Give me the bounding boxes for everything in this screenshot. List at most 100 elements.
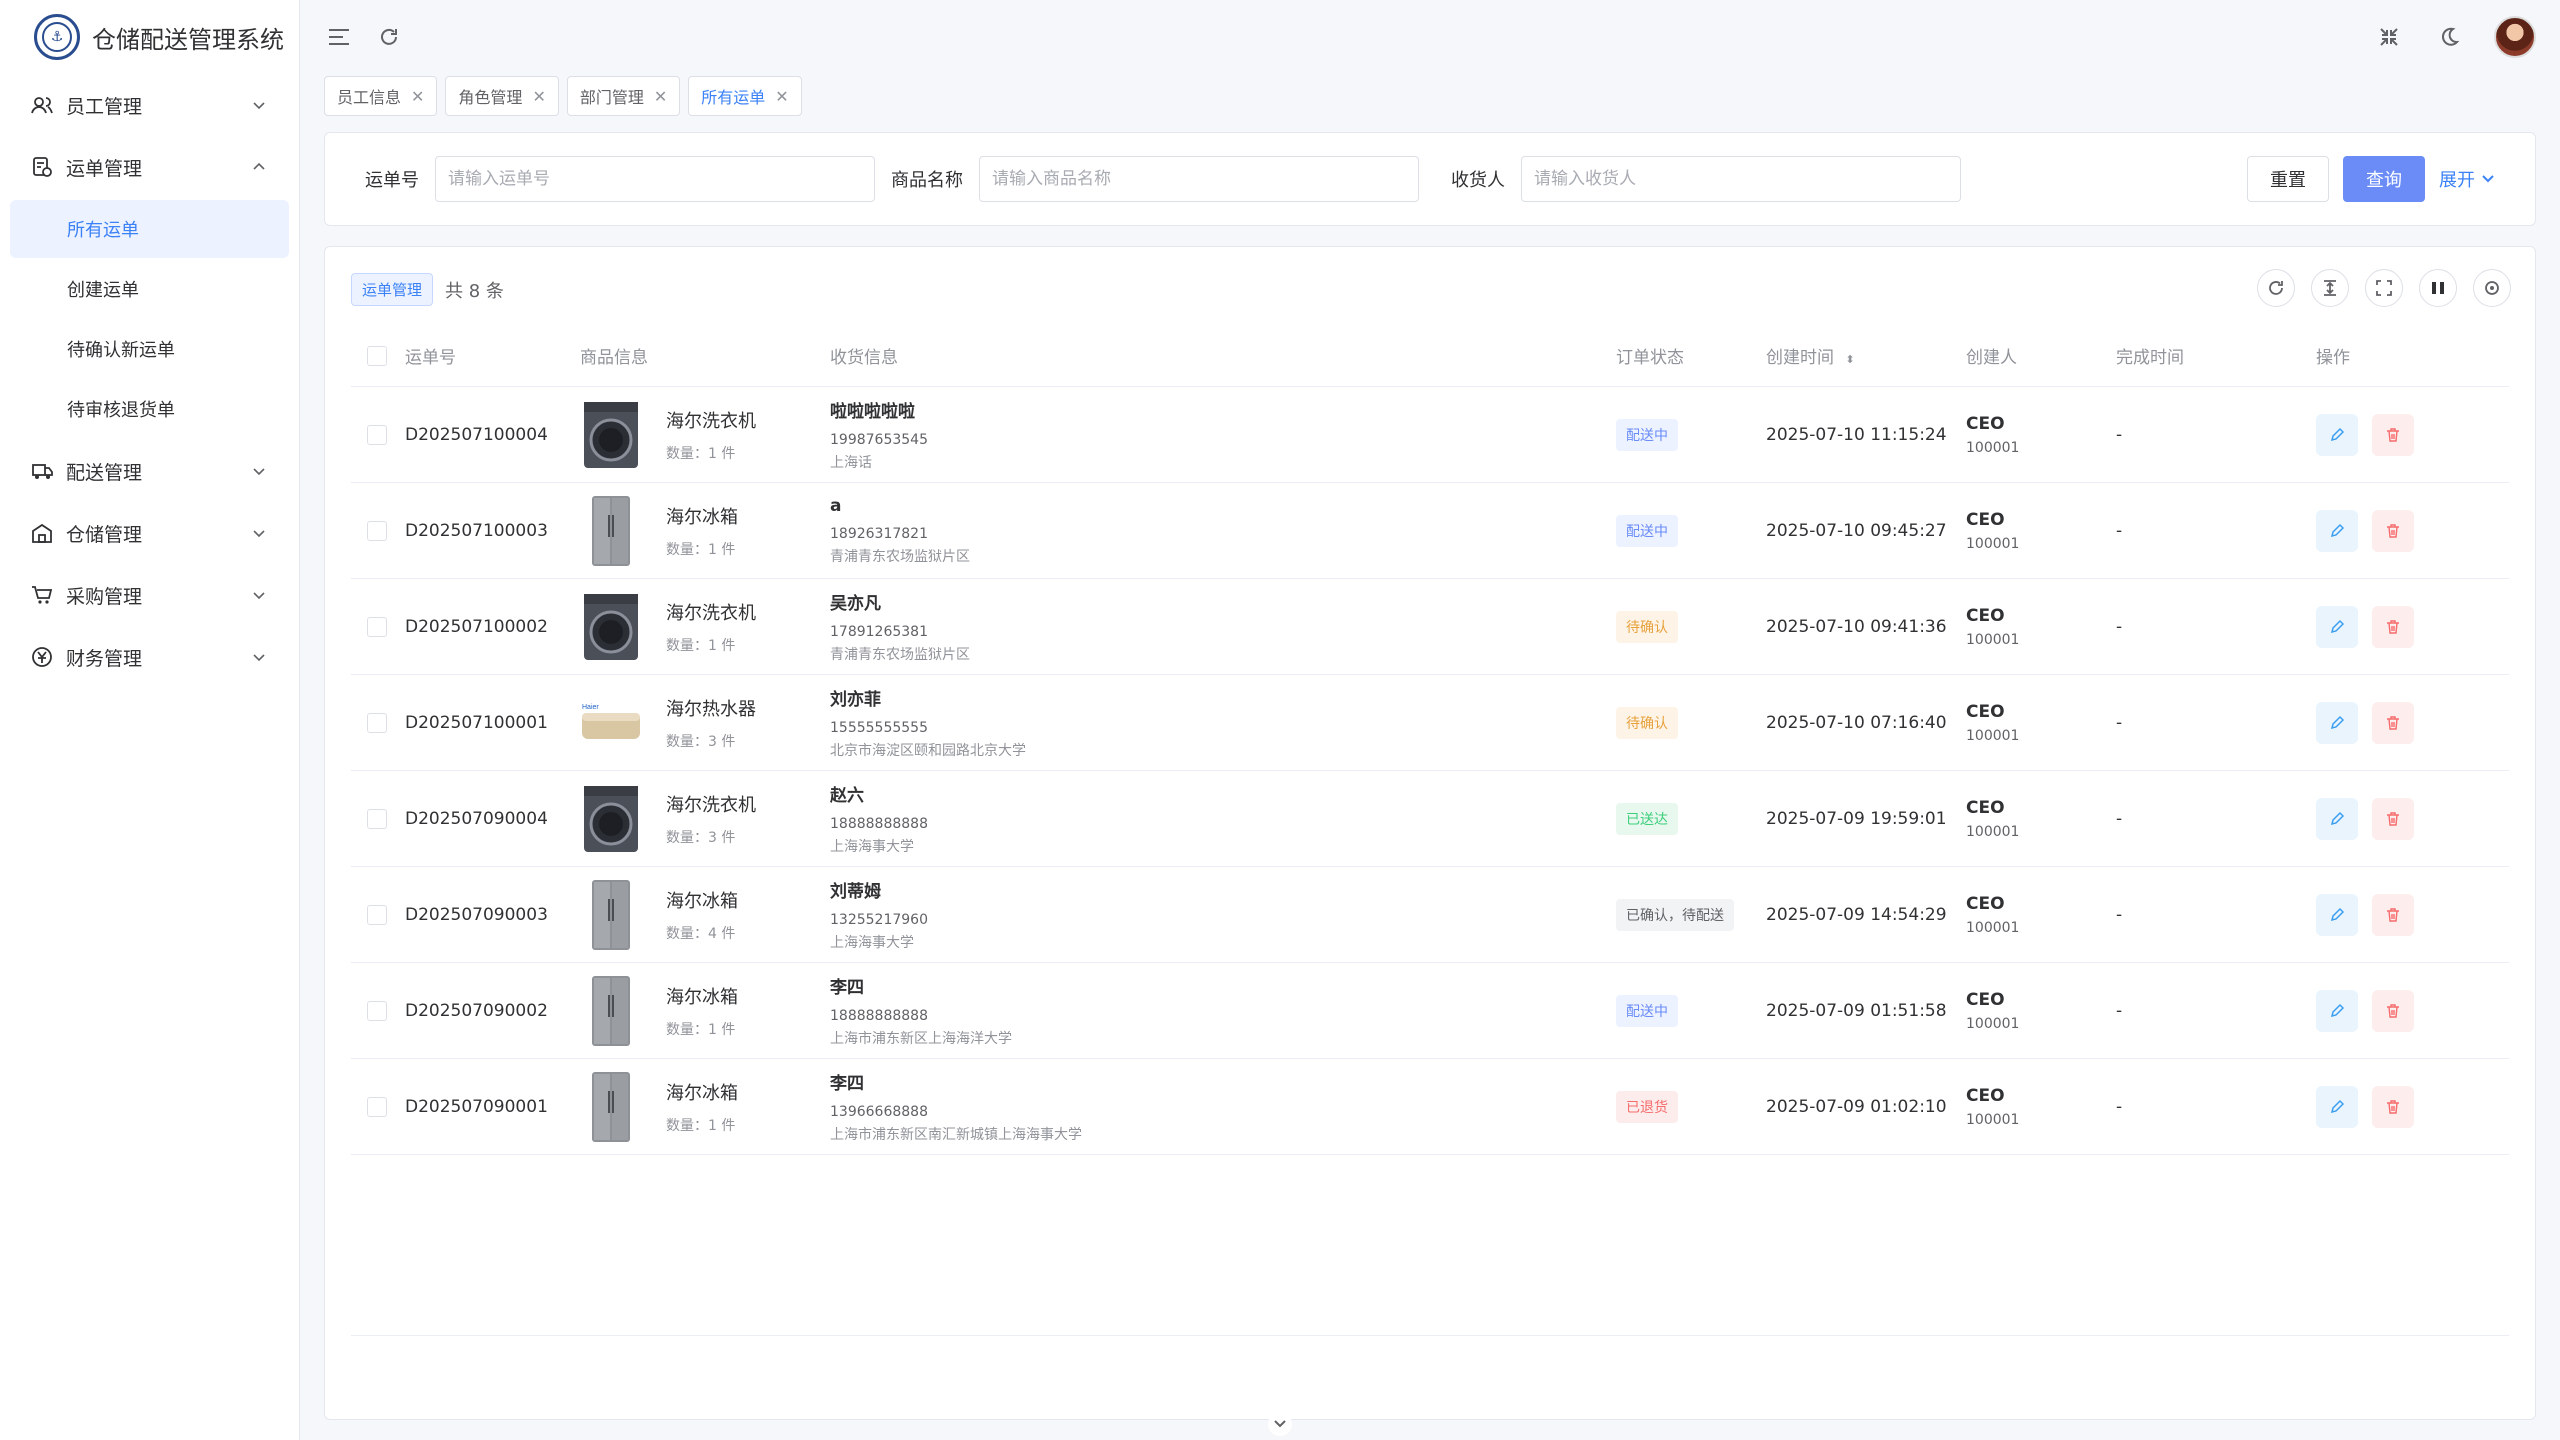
delete-button[interactable]	[2372, 989, 2414, 1032]
refresh-icon[interactable]	[374, 22, 404, 52]
delete-button[interactable]	[2372, 413, 2414, 456]
table-row[interactable]: D202507090001 海尔冰箱 数量：1 件 李四 13966668888…	[351, 1059, 2509, 1155]
fullscreen-icon[interactable]	[2365, 269, 2403, 307]
edit-button[interactable]	[2316, 509, 2358, 552]
edit-button[interactable]	[2316, 605, 2358, 648]
delete-button[interactable]	[2372, 605, 2414, 648]
waybill-input[interactable]	[435, 156, 875, 202]
edit-icon	[2330, 715, 2345, 729]
receiver-input[interactable]	[1521, 156, 1961, 202]
delete-button[interactable]	[2372, 701, 2414, 744]
waybill-no: D202507090001	[405, 1096, 548, 1117]
close-icon[interactable]: ✕	[411, 87, 424, 106]
close-icon[interactable]: ✕	[775, 87, 788, 106]
row-checkbox[interactable]	[367, 1000, 387, 1021]
row-checkbox[interactable]	[367, 904, 387, 925]
avatar[interactable]	[2494, 16, 2536, 58]
row-actions	[2316, 605, 2509, 648]
col-actions: 操作	[2316, 348, 2350, 368]
edit-button[interactable]	[2316, 989, 2358, 1032]
settings-icon[interactable]	[2473, 269, 2511, 307]
heater-image: Haier	[580, 687, 642, 759]
reload-icon[interactable]	[2257, 269, 2295, 307]
edit-icon	[2330, 523, 2345, 537]
goods-name: 海尔冰箱	[666, 986, 738, 1008]
collapse-down-icon[interactable]	[1268, 1412, 1292, 1436]
edit-button[interactable]	[2316, 413, 2358, 456]
col-created-time[interactable]: 创建时间 ⬍	[1766, 343, 1966, 368]
delete-button[interactable]	[2372, 893, 2414, 936]
created-time: 2025-07-10 07:16:40	[1766, 712, 1947, 733]
table-row[interactable]: D202507090004 海尔洗衣机 数量：3 件 赵六 1888888888…	[351, 771, 2509, 867]
goods-input[interactable]	[979, 156, 1419, 202]
row-checkbox[interactable]	[367, 808, 387, 829]
menu-fold-icon[interactable]	[324, 22, 354, 52]
status-badge: 配送中	[1616, 514, 1678, 547]
table-toolbar: 运单管理 共 8 条	[351, 273, 504, 306]
sidebar-item-4[interactable]: 采购管理	[0, 564, 299, 626]
tab-1[interactable]: 角色管理 ✕	[445, 76, 559, 116]
goods-info: 海尔冰箱 数量：1 件	[580, 495, 830, 567]
row-checkbox[interactable]	[367, 712, 387, 733]
tab-2[interactable]: 部门管理 ✕	[566, 76, 681, 116]
sidebar-item-5[interactable]: 财务管理	[0, 626, 299, 688]
edit-button[interactable]	[2316, 893, 2358, 936]
delete-button[interactable]	[2372, 509, 2414, 552]
table-row[interactable]: D202507100001 Haier 海尔热水器 数量：3 件 刘亦菲 155…	[351, 675, 2509, 771]
close-icon[interactable]: ✕	[654, 87, 667, 106]
created-time: 2025-07-10 09:45:27	[1766, 520, 1947, 541]
delete-button[interactable]	[2372, 1085, 2414, 1128]
sidebar-item-3[interactable]: 仓储管理	[0, 502, 299, 564]
sidebar-subitem-1[interactable]: 创建运单	[10, 260, 289, 318]
receiver-name: 刘亦菲	[830, 690, 881, 710]
edit-button[interactable]	[2316, 797, 2358, 840]
tab-3[interactable]: 所有运单 ✕	[688, 76, 802, 116]
sidebar-subitem-3[interactable]: 待审核退货单	[10, 380, 289, 438]
sidebar-item-1[interactable]: 运单管理	[0, 136, 299, 198]
sidebar-item-2[interactable]: 配送管理	[0, 440, 299, 502]
table-tools	[2257, 269, 2511, 307]
dark-mode-icon[interactable]	[2434, 22, 2464, 52]
expand-toggle[interactable]: 展开	[2439, 166, 2495, 192]
edit-button[interactable]	[2316, 701, 2358, 744]
trash-icon	[2387, 619, 2399, 634]
row-density-icon[interactable]	[2311, 269, 2349, 307]
sidebar-item-0[interactable]: 员工管理	[0, 74, 299, 136]
status-badge: 待确认	[1616, 610, 1678, 643]
receiver-name: 赵六	[830, 786, 864, 806]
fullscreen-exit-icon[interactable]	[2374, 22, 2404, 52]
row-checkbox[interactable]	[367, 520, 387, 541]
tab-label: 角色管理	[458, 88, 523, 107]
table-row[interactable]: D202507100002 海尔洗衣机 数量：1 件 吴亦凡 178912653…	[351, 579, 2509, 675]
tab-0[interactable]: 员工信息 ✕	[324, 76, 438, 116]
sidebar-subitem-2[interactable]: 待确认新运单	[10, 320, 289, 378]
row-checkbox[interactable]	[367, 616, 387, 637]
row-checkbox[interactable]	[367, 424, 387, 445]
select-all-checkbox[interactable]	[367, 345, 387, 366]
receiver-address: 青浦青东农场监狱片区	[830, 548, 970, 565]
created-time: 2025-07-10 09:41:36	[1766, 616, 1947, 637]
edit-button[interactable]	[2316, 1085, 2358, 1128]
query-button[interactable]: 查询	[2343, 156, 2425, 202]
chevron-down-icon	[253, 654, 265, 662]
row-checkbox[interactable]	[367, 1096, 387, 1117]
table-row[interactable]: D202507100003 海尔冰箱 数量：1 件 a 18926317821 …	[351, 483, 2509, 579]
receiver-info: 李四 13966668888 上海市浦东新区南汇新城镇上海海事大学	[830, 1069, 1616, 1144]
close-icon[interactable]: ✕	[532, 87, 545, 106]
trash-icon	[2387, 907, 2399, 922]
table-row[interactable]: D202507090003 海尔冰箱 数量：4 件 刘蒂姆 1325521796…	[351, 867, 2509, 963]
status-badge: 待确认	[1616, 706, 1678, 739]
sidebar-subitem-0[interactable]: 所有运单	[10, 200, 289, 258]
delete-button[interactable]	[2372, 797, 2414, 840]
goods-name: 海尔洗衣机	[666, 410, 756, 432]
sort-icon[interactable]: ⬍	[1845, 353, 1854, 366]
fridge-image	[580, 1071, 642, 1143]
columns-icon[interactable]	[2419, 269, 2457, 307]
table-row[interactable]: D202507100004 海尔洗衣机 数量：1 件 啦啦啦啦啦 1998765…	[351, 387, 2509, 483]
receiver-address: 上海海事大学	[830, 935, 914, 951]
table-row[interactable]: D202507090002 海尔冰箱 数量：1 件 李四 18888888888…	[351, 963, 2509, 1059]
creator-id: 100001	[1966, 1015, 2020, 1032]
creator: CEO 100001	[1966, 510, 2116, 552]
reset-button[interactable]: 重置	[2247, 156, 2329, 202]
goods-info: 海尔冰箱 数量：1 件	[580, 1071, 830, 1143]
